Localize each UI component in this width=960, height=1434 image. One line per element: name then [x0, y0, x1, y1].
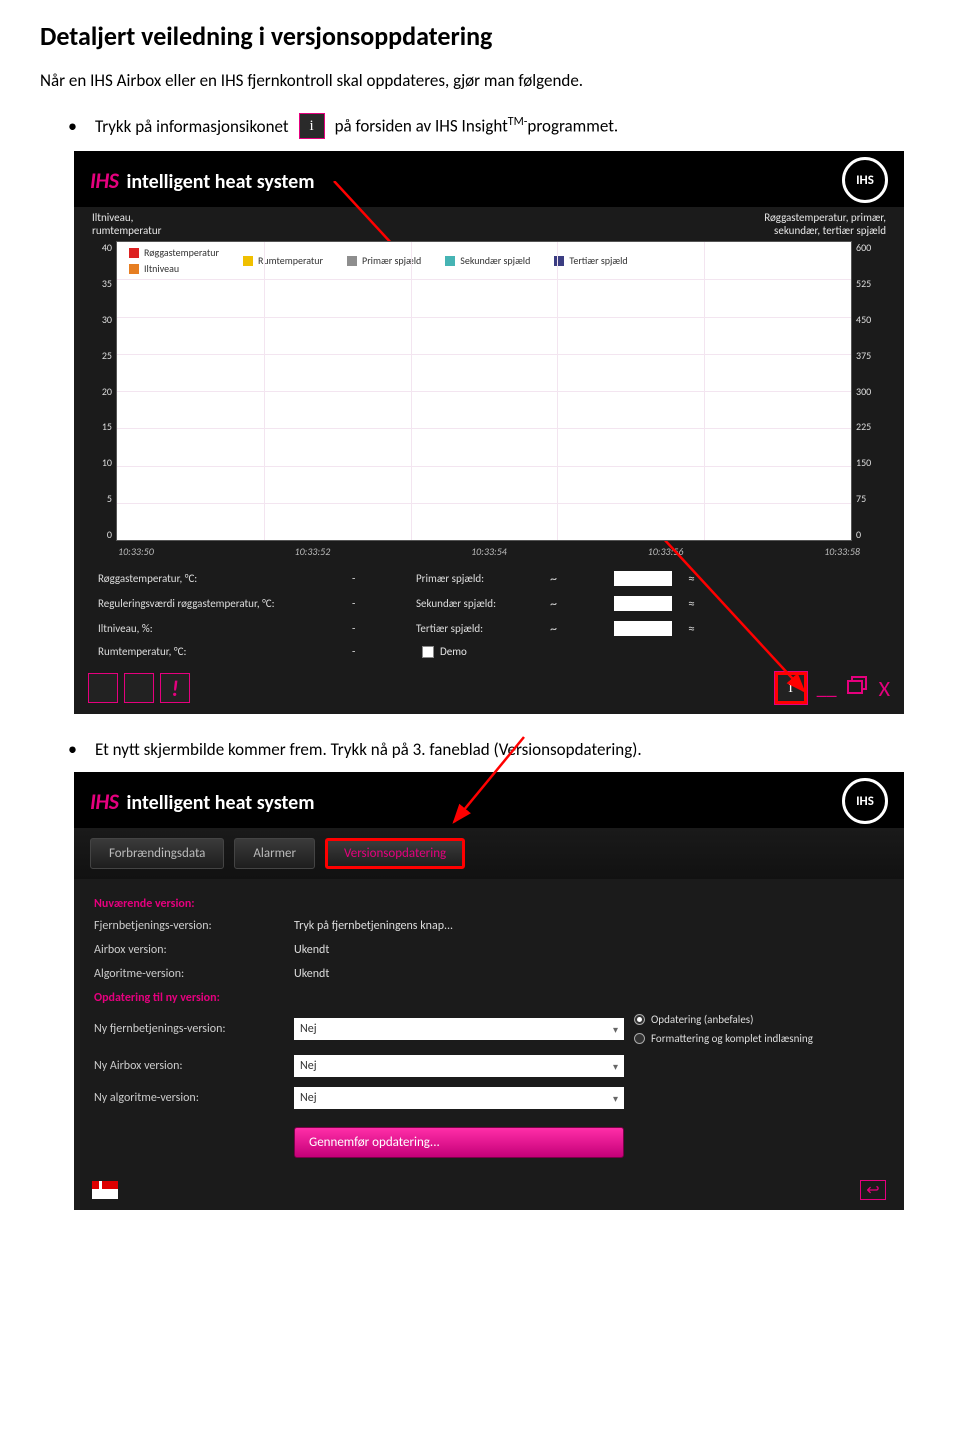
- bottom-bar: ! i __ X: [74, 666, 904, 714]
- lbl-rumtemp: Rumtemperatur, °C:: [98, 645, 338, 658]
- intro-text: Når en IHS Airbox eller en IHS fjernkont…: [40, 70, 920, 91]
- x-axis: 10:33:50 10:33:52 10:33:54 10:33:56 10:3…: [92, 541, 886, 558]
- bullet-2: Et nytt skjermbilde kommer frem. Trykk n…: [68, 738, 920, 760]
- app-insight-settings: IHS intelligent heat system IHS Forbrænd…: [74, 772, 904, 1210]
- chevron-down-icon: ▾: [613, 1023, 618, 1036]
- swatch-tertiaer: [554, 256, 564, 266]
- radio-opdatering[interactable]: Opdatering (anbefales): [634, 1013, 884, 1026]
- bullet1-after-a: på forsiden av IHS Insight: [335, 116, 508, 137]
- app-insight-main: IHS intelligent heat system IHS Iltnivea…: [74, 151, 904, 714]
- radio-dot: [634, 1033, 645, 1044]
- close-icon[interactable]: X: [879, 675, 890, 702]
- demo-label: Demo: [440, 645, 467, 658]
- chart-plot: Røggastemperatur Iltniveau Rumtemperatur…: [116, 241, 852, 541]
- back-icon[interactable]: ↩: [860, 1180, 886, 1200]
- status-grid: Røggastemperatur, °C: - Primær spjæld: ~…: [74, 558, 904, 666]
- slider-sekundaer[interactable]: [614, 596, 672, 611]
- flag-dk-icon[interactable]: [92, 1181, 118, 1199]
- val-rumtemp: -: [352, 645, 402, 658]
- row-algoritme-version: Algoritme-version: Ukendt: [94, 967, 884, 981]
- page-title: Detaljert veiledning i versjonsoppdateri…: [40, 20, 920, 52]
- swatch-rumtemp: [243, 256, 253, 266]
- alert-button[interactable]: !: [160, 673, 190, 703]
- empty-button-2[interactable]: [124, 673, 154, 703]
- y-axis-left: 40 35 30 25 20 15 10 5 0: [92, 241, 116, 541]
- row-airbox-version: Airbox version: Ukendt: [94, 943, 884, 957]
- lbl-roggastemp: Røggastemperatur, °C:: [98, 572, 338, 585]
- swatch-sekundaer: [445, 256, 455, 266]
- minimize-icon[interactable]: __: [817, 676, 837, 700]
- chart-legend: Røggastemperatur Iltniveau Rumtemperatur…: [129, 246, 839, 275]
- wave-icon: ≈: [688, 595, 718, 612]
- wave-icon: ≈: [688, 620, 718, 637]
- bullet-1: Trykk på informasjonsikonet i på forside…: [68, 113, 920, 139]
- bullet1-tm: TM-: [508, 115, 528, 129]
- empty-button-1[interactable]: [88, 673, 118, 703]
- app-header: IHS intelligent heat system IHS: [74, 151, 904, 207]
- axis-right-title: Røggastemperatur, primær, sekundær, tert…: [764, 211, 886, 237]
- swatch-roggastemp: [129, 248, 139, 258]
- wave-icon: ~: [550, 620, 600, 637]
- slider-primaer[interactable]: [614, 571, 672, 586]
- swatch-iltniveau: [129, 264, 139, 274]
- info-button[interactable]: i: [775, 672, 807, 704]
- footer-row: ↩: [74, 1176, 904, 1200]
- select-new-airbox[interactable]: Nej▾: [294, 1055, 624, 1077]
- bullet1-after-b: programmet.: [527, 116, 618, 137]
- chevron-down-icon: ▾: [613, 1092, 618, 1105]
- select-new-fjern[interactable]: Nej▾: [294, 1018, 624, 1040]
- wave-icon: ≈: [688, 570, 718, 587]
- section-current: Nuværende version: Fjernbetjenings-versi…: [74, 879, 904, 1176]
- maximize-icon[interactable]: [847, 675, 869, 701]
- row-new-airbox: Ny Airbox version: Nej▾: [94, 1055, 884, 1077]
- bullet1-after: på forsiden av IHS InsightTM-programmet.: [335, 115, 619, 137]
- app-header-2: IHS intelligent heat system IHS: [74, 772, 904, 828]
- section-title-current: Nuværende version:: [94, 897, 884, 911]
- y-axis-right: 600 525 450 375 300 225 150 75 0: [852, 241, 886, 541]
- row-new-algoritme: Ny algoritme-version: Nej▾: [94, 1087, 884, 1109]
- logo-icon: IHS: [842, 157, 888, 203]
- tab-forbraending[interactable]: Forbrændingsdata: [90, 838, 224, 869]
- bullet2-text: Et nytt skjermbilde kommer frem. Trykk n…: [95, 739, 642, 760]
- info-icon-inline: i: [299, 113, 325, 139]
- lbl-tertiaer: Tertiær spjæld:: [416, 622, 536, 635]
- section-title-update: Opdatering til ny version:: [94, 991, 884, 1005]
- val-iltniveau: -: [352, 622, 402, 635]
- lbl-iltniveau: Iltniveau, %:: [98, 622, 338, 635]
- swatch-primaer: [347, 256, 357, 266]
- wave-icon: ~: [550, 595, 600, 612]
- exclamation-icon: !: [171, 675, 178, 702]
- axis-left-title: Iltniveau, rumtemperatur: [92, 211, 161, 237]
- chart-area: Iltniveau, rumtemperatur Røggastemperatu…: [74, 207, 904, 558]
- tab-versionsopdatering[interactable]: Versionsopdatering: [325, 838, 465, 869]
- tab-alarmer[interactable]: Alarmer: [234, 838, 315, 869]
- brand-ihs-2: IHS: [90, 788, 118, 815]
- row-submit: Gennemfør opdatering...: [94, 1119, 884, 1158]
- tabs: Forbrændingsdata Alarmer Versionsopdater…: [74, 828, 904, 879]
- lbl-primaer: Primær spjæld:: [416, 572, 536, 585]
- submit-button[interactable]: Gennemfør opdatering...: [294, 1127, 624, 1158]
- update-mode-radios: Opdatering (anbefales) Formattering og k…: [634, 1013, 884, 1045]
- bullet1-before: Trykk på informasjonsikonet: [95, 116, 289, 137]
- val-roggastemp: -: [352, 572, 402, 585]
- val-regval: -: [352, 597, 402, 610]
- select-new-algoritme[interactable]: Nej▾: [294, 1087, 624, 1109]
- lbl-regval: Reguleringsværdi røggastemperatur, °C:: [98, 597, 338, 610]
- slider-tertiaer[interactable]: [614, 621, 672, 636]
- wave-icon: ~: [550, 570, 600, 587]
- lbl-sekundaer: Sekundær spjæld:: [416, 597, 536, 610]
- row-fjern-version: Fjernbetjenings-version: Tryk på fjernbe…: [94, 919, 884, 933]
- demo-row: Demo: [416, 645, 718, 658]
- brand-subtitle-2: intelligent heat system: [126, 791, 314, 815]
- radio-formattering[interactable]: Formattering og komplet indlæsning: [634, 1032, 884, 1045]
- row-new-fjern: Ny fjernbetjenings-version: Nej▾ Opdater…: [94, 1013, 884, 1045]
- chevron-down-icon: ▾: [613, 1060, 618, 1073]
- brand-ihs: IHS: [90, 167, 118, 194]
- brand: IHS intelligent heat system: [90, 167, 315, 194]
- logo-icon-2: IHS: [842, 778, 888, 824]
- brand-2: IHS intelligent heat system: [90, 788, 315, 815]
- radio-dot-selected: [634, 1014, 645, 1025]
- demo-checkbox[interactable]: [422, 646, 434, 658]
- brand-subtitle: intelligent heat system: [126, 170, 314, 194]
